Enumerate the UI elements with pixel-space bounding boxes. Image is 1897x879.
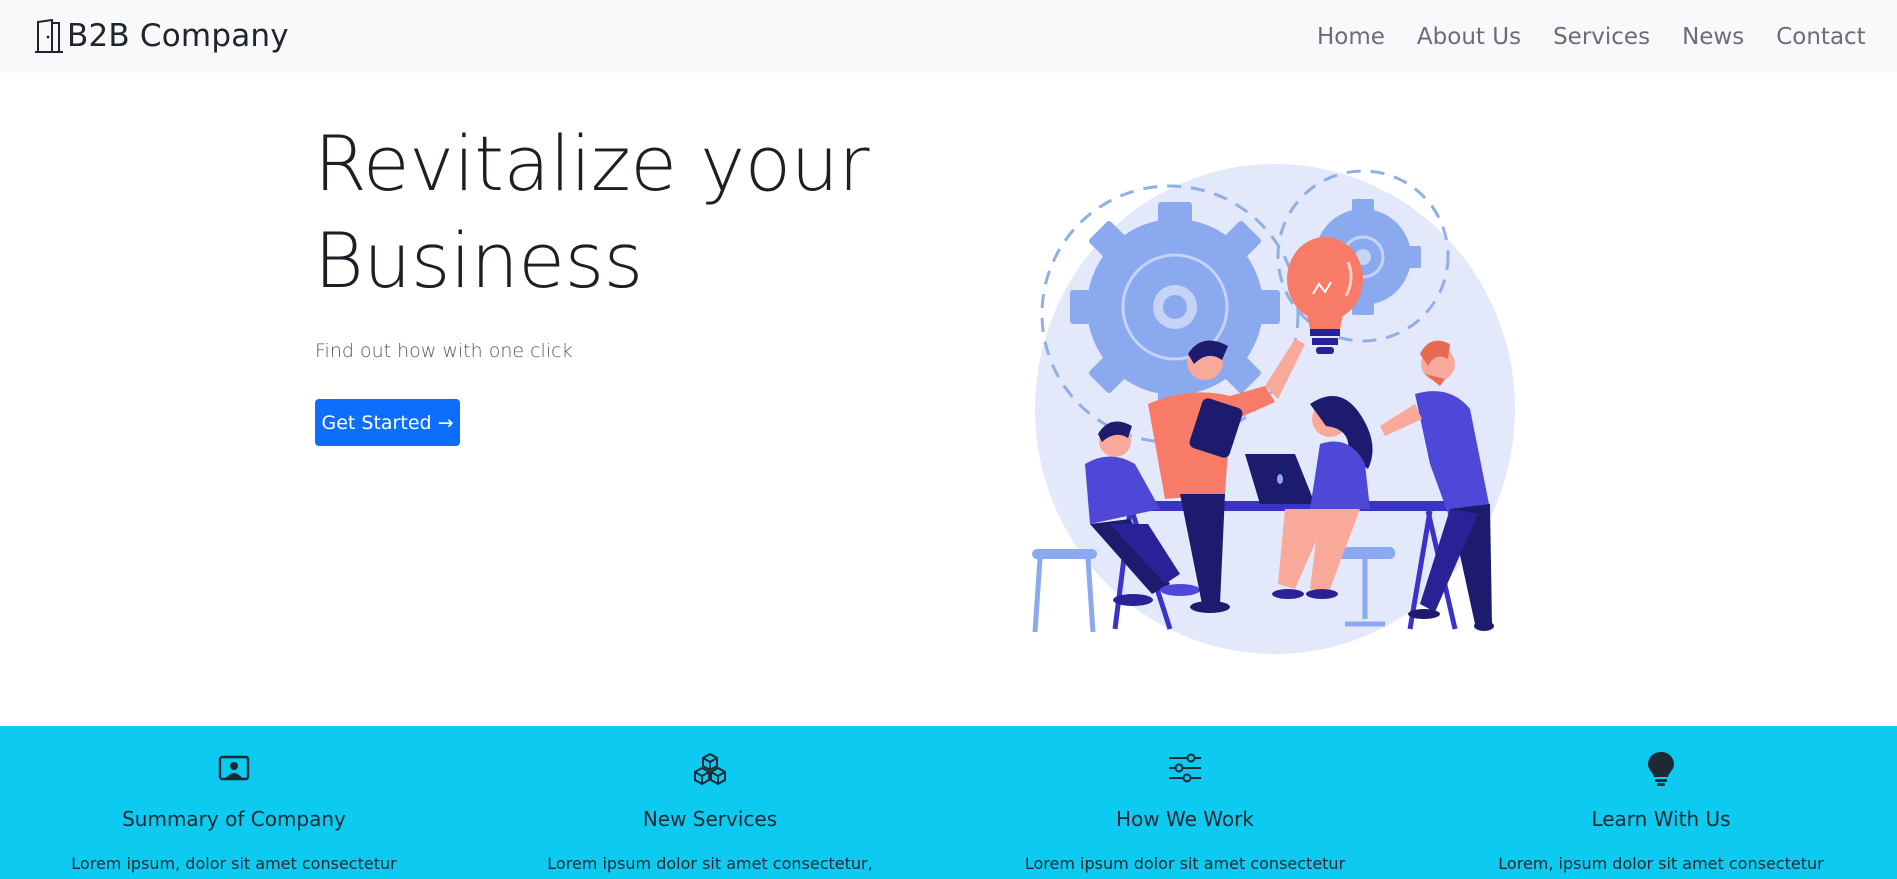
feature-title: Learn With Us: [1591, 807, 1731, 831]
get-started-label: Get Started: [321, 411, 432, 434]
feature-text: Lorem ipsum dolor sit amet consectetur: [1024, 854, 1346, 873]
features-section: Summary of Company Lorem ipsum, dolor si…: [0, 726, 1897, 879]
arrow-right-icon: →: [437, 411, 454, 434]
navbar: B2B Company Home About Us Services News …: [0, 0, 1897, 73]
boxes-icon: [694, 752, 726, 786]
hero-section: Revitalize your Business Find out how wi…: [0, 73, 1897, 726]
get-started-button[interactable]: Get Started →: [315, 399, 460, 446]
person-video-icon: [218, 755, 250, 781]
building-door-icon: [35, 19, 63, 53]
nav-link-contact[interactable]: Contact: [1760, 20, 1881, 54]
feature-text: Lorem ipsum dolor sit amet consectetur,: [547, 854, 873, 873]
feature-text: Lorem, ipsum dolor sit amet consectetur: [1498, 854, 1824, 873]
brand-name: B2B Company: [67, 18, 289, 54]
nav-link-services[interactable]: Services: [1537, 20, 1666, 54]
hero-title: Revitalize your Business: [314, 115, 874, 309]
feature-title: Summary of Company: [122, 807, 346, 831]
hero-subtitle: Find out how with one click: [315, 340, 573, 362]
nav-link-about-us[interactable]: About Us: [1401, 20, 1537, 54]
sliders-icon: [1169, 753, 1201, 783]
nav-links: Home About Us Services News Contact: [1301, 20, 1882, 54]
feature-title: How We Work: [1116, 807, 1254, 831]
hero-title-line-1: Revitalize your: [314, 119, 870, 208]
lightbulb-icon: [1648, 752, 1674, 786]
nav-link-news[interactable]: News: [1666, 20, 1760, 54]
gear-large-icon: [1070, 202, 1280, 412]
hero-title-line-2: Business: [314, 216, 643, 305]
nav-link-home[interactable]: Home: [1301, 20, 1401, 54]
brand[interactable]: B2B Company: [34, 16, 289, 56]
feature-text: Lorem ipsum, dolor sit amet consectetur: [71, 854, 397, 873]
feature-title: New Services: [642, 807, 778, 831]
team-meeting-illustration: [1032, 164, 1515, 654]
